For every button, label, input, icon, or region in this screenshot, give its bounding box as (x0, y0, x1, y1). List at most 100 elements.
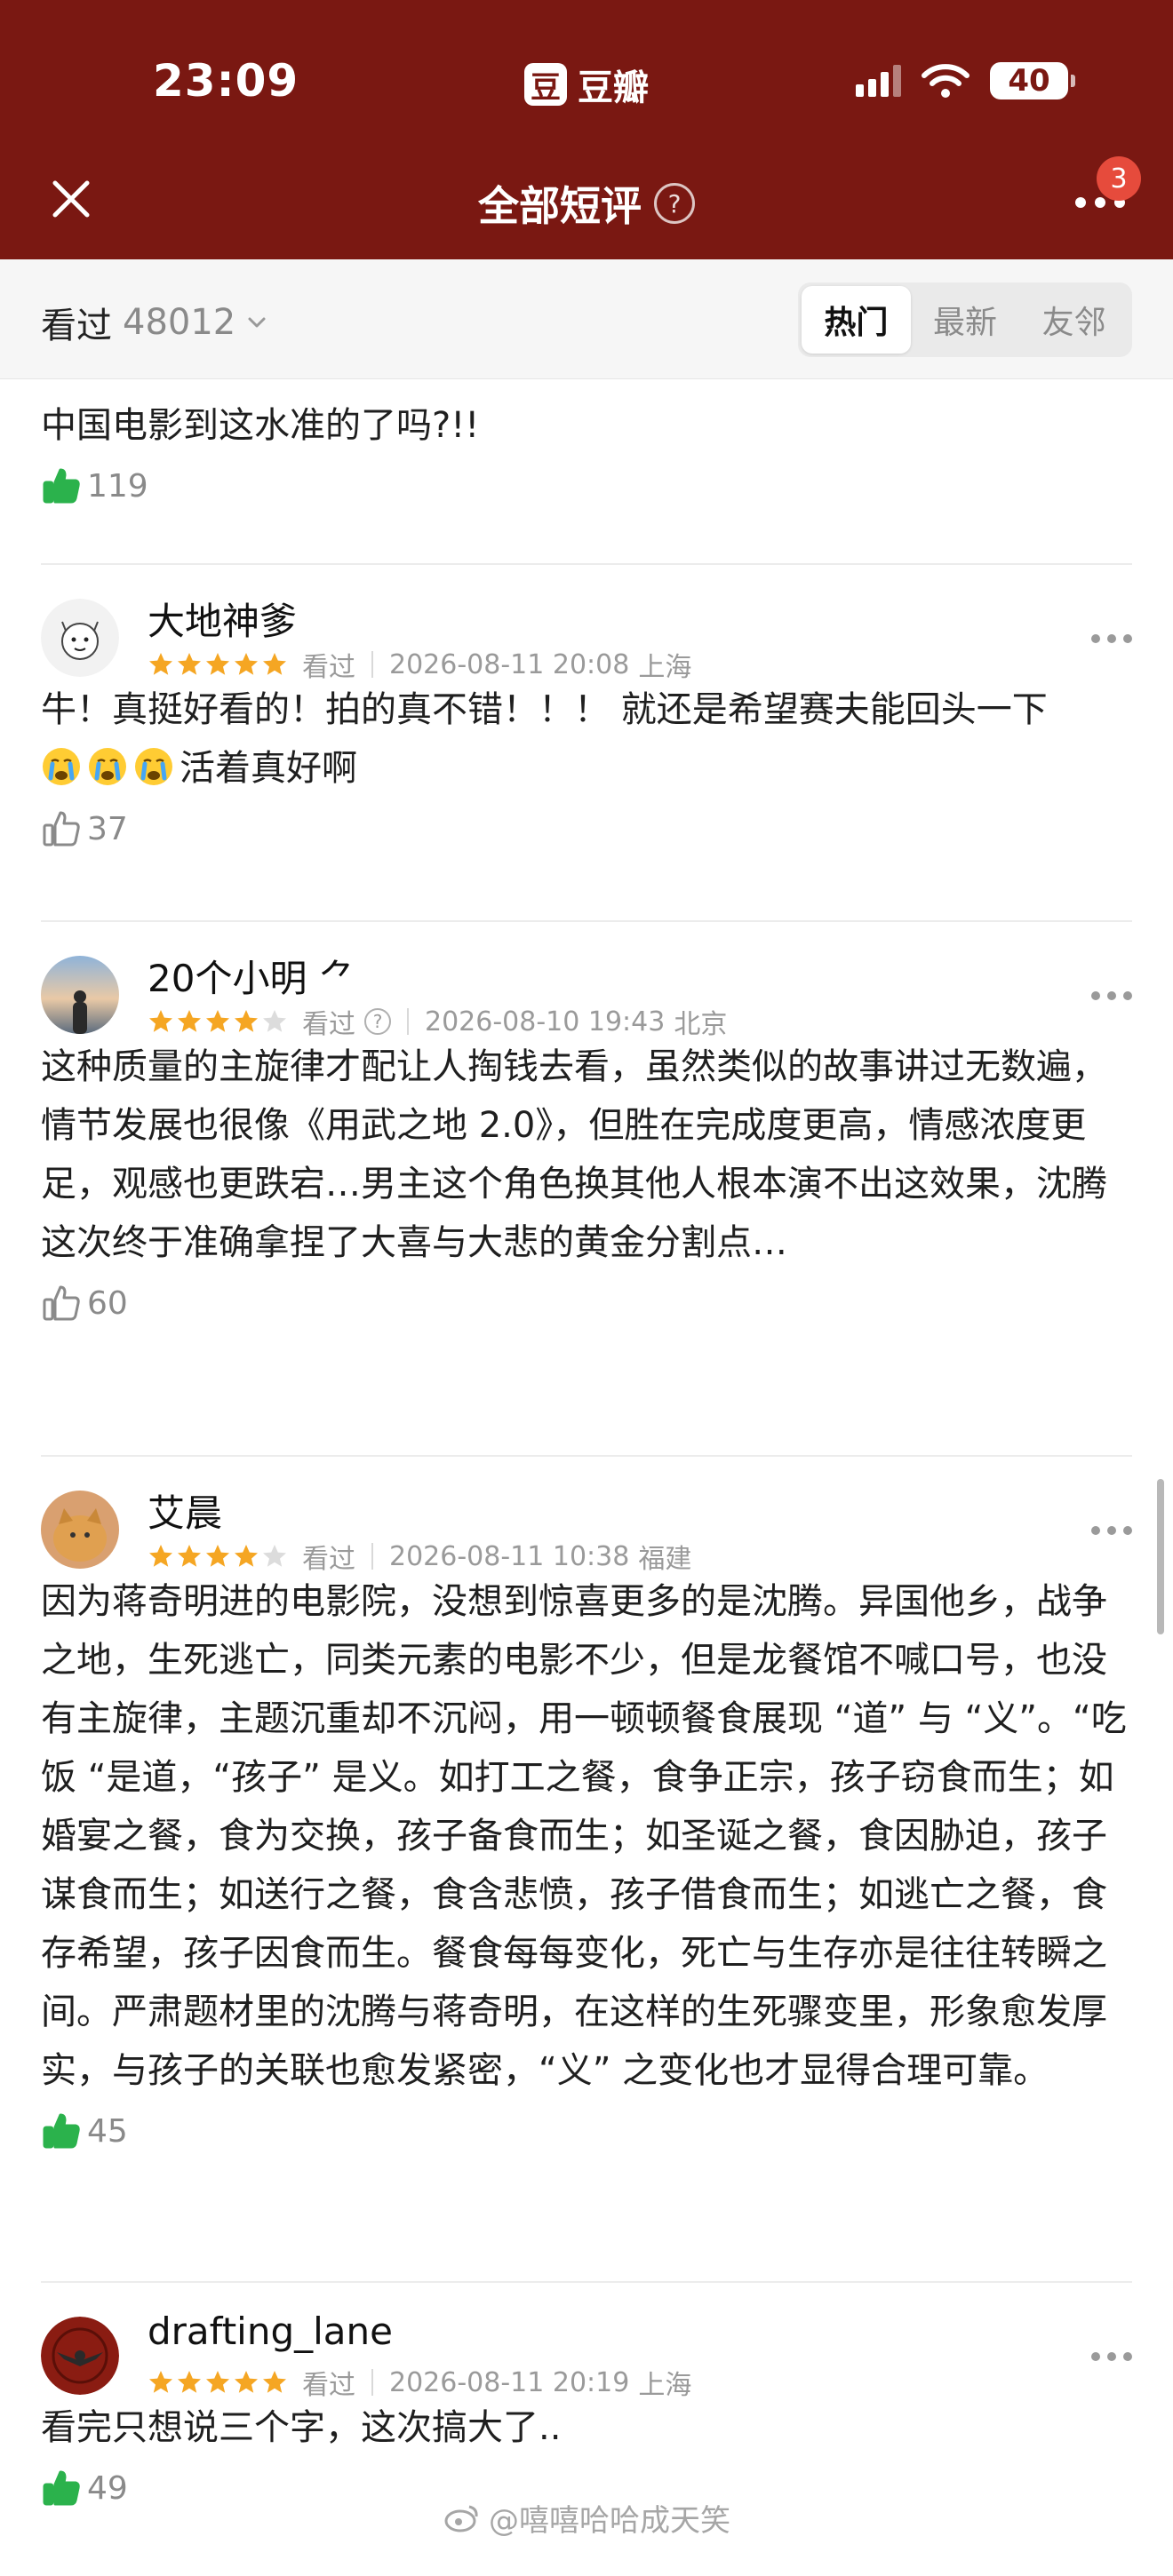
comment-text: 看完只想说三个字，这次搞大了.. (41, 2407, 562, 2448)
tab-latest[interactable]: 最新 (911, 286, 1020, 354)
avatar[interactable] (41, 956, 119, 1034)
watch-status: 看过 (302, 652, 355, 683)
like-button[interactable]: 60 (41, 1272, 1132, 1334)
cellular-signal-icon (856, 65, 901, 97)
star-icon (149, 1010, 172, 1032)
star-icon (206, 2371, 229, 2393)
comment-list: 中国电影到这水准的了吗?!! 119 大地神爹 看过 2026-08-11 20… (41, 378, 1132, 2576)
star-icon (235, 1010, 258, 1032)
star-rating (148, 2369, 288, 2396)
like-count: 37 (87, 810, 128, 847)
help-icon[interactable]: ? (654, 183, 695, 224)
comment-text: 这种质量的主旋律才配让人掏钱去看，虽然类似的故事讲过无数遍，情节发展也很像《用武… (41, 1046, 1107, 1263)
comment-date: 2026-08-11 20:19 (389, 2366, 630, 2398)
thumbs-up-icon (43, 1285, 80, 1321)
star-rating (148, 651, 288, 678)
star-icon (263, 1545, 286, 1567)
thumbs-up-icon (43, 2470, 80, 2506)
like-count: 45 (87, 2112, 128, 2150)
page-title-text: 全部短评 (478, 182, 642, 230)
like-count: 49 (87, 2469, 128, 2507)
comment-more-icon[interactable] (1091, 2352, 1132, 2361)
avatar[interactable] (41, 2317, 119, 2395)
thumbs-up-icon (43, 811, 80, 847)
thumbs-up-icon (43, 2113, 80, 2149)
comment-text-line: 牛！真挺好看的！拍的真不错！！！ 就还是希望赛夫能回头一下 (41, 689, 1048, 730)
status-app-indicator: 豆 豆瓣 (524, 59, 649, 110)
comment-item: 20个小明 ⺈ 看过 ? 2026-08-10 19:43 北京 这种质量的主旋… (41, 922, 1132, 1457)
comment-location: 上海 (638, 652, 692, 683)
watermark-text: @嘻嘻哈哈成天笑 (489, 2503, 730, 2539)
user-name[interactable]: 大地神爹 (148, 592, 297, 646)
comment-text: 牛！真挺好看的！拍的真不错！！！ 就还是希望赛夫能回头一下 活着真好啊 (41, 680, 1132, 798)
watermark: @嘻嘻哈哈成天笑 (444, 2496, 730, 2540)
star-icon (149, 2371, 172, 2393)
comment-location: 北京 (674, 1009, 728, 1040)
like-count: 60 (87, 1284, 128, 1322)
watch-status: 看过 (302, 1009, 355, 1040)
comment-meta: 看过 2026-08-11 20:08 上海 (148, 645, 691, 684)
comment-text-line: 活着真好啊 (180, 748, 357, 789)
meta-divider (371, 1543, 373, 1570)
sort-segmented-control: 热门 最新 友邻 (798, 282, 1132, 357)
crying-emoji-icon (135, 748, 172, 785)
crying-emoji-icon (43, 748, 80, 785)
star-icon (263, 2371, 286, 2393)
comment-location: 福建 (638, 1544, 692, 1575)
comment-meta: 看过 ? 2026-08-10 19:43 北京 (148, 1002, 727, 1041)
comment-more-icon[interactable] (1091, 1526, 1132, 1535)
star-icon (206, 653, 229, 675)
thumbs-up-icon (43, 468, 80, 504)
like-button[interactable]: 119 (41, 455, 1132, 517)
star-icon (178, 653, 201, 675)
star-icon (235, 2371, 258, 2393)
like-button[interactable]: 37 (41, 798, 1132, 860)
star-icon (178, 1545, 201, 1567)
user-name[interactable]: drafting_lane (148, 2310, 393, 2353)
like-button[interactable]: 45 (41, 2100, 1132, 2162)
star-icon (235, 653, 258, 675)
scrollbar-thumb[interactable] (1157, 1479, 1164, 1634)
help-icon[interactable]: ? (364, 1008, 391, 1035)
star-icon (206, 1010, 229, 1032)
comment-more-icon[interactable] (1091, 991, 1132, 1000)
status-time: 23:09 (153, 55, 299, 107)
comment-meta: 看过 2026-08-11 10:38 福建 (148, 1537, 691, 1576)
chevron-down-icon (248, 317, 266, 328)
crying-emoji-icon (89, 748, 126, 785)
star-icon (149, 653, 172, 675)
tab-hot[interactable]: 热门 (802, 286, 911, 354)
weibo-logo-icon (444, 2505, 478, 2532)
star-icon (178, 1010, 201, 1032)
comment-date: 2026-08-11 20:08 (389, 648, 630, 680)
star-icon (206, 1545, 229, 1567)
star-icon (235, 1545, 258, 1567)
comment-more-icon[interactable] (1091, 634, 1132, 643)
tab-friends[interactable]: 友邻 (1019, 286, 1129, 354)
douban-logo-icon: 豆 (524, 63, 567, 106)
top-bar: 23:09 豆 豆瓣 40 全部短评 ? 3 (0, 0, 1173, 259)
comment-text: 因为蒋奇明进的电影院，没想到惊喜更多的是沈腾。异国他乡，战争之地，生死逃亡，同类… (41, 1581, 1127, 2091)
comment-item: 中国电影到这水准的了吗?!! 119 (41, 378, 1132, 565)
status-filter-dropdown[interactable]: 看过 48012 (41, 297, 267, 348)
comment-meta: 看过 2026-08-11 20:19 上海 (148, 2363, 691, 2402)
avatar[interactable] (41, 599, 119, 677)
battery-icon: 40 (990, 62, 1075, 99)
user-name[interactable]: 艾晨 (148, 1483, 222, 1538)
star-rating (148, 1008, 288, 1035)
star-icon (263, 1010, 286, 1032)
star-icon (263, 653, 286, 675)
avatar[interactable] (41, 1491, 119, 1569)
page-title: 全部短评 ? (0, 174, 1173, 233)
user-name[interactable]: 20个小明 ⺈ (148, 949, 356, 1003)
filter-bar: 看过 48012 热门 最新 友邻 (0, 259, 1173, 379)
comment-text: 中国电影到这水准的了吗?!! (41, 405, 480, 446)
filter-count: 48012 (123, 302, 236, 343)
watch-status: 看过 (302, 1544, 355, 1575)
comment-date: 2026-08-11 10:38 (389, 1540, 630, 1572)
meta-divider (371, 2369, 373, 2396)
wifi-icon (922, 64, 970, 98)
star-icon (178, 2371, 201, 2393)
comment-date: 2026-08-10 19:43 (425, 1006, 666, 1038)
status-icons: 40 (856, 62, 1075, 99)
